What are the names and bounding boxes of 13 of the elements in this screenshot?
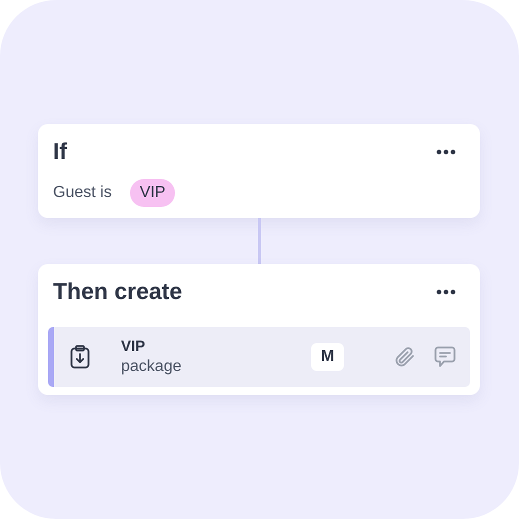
card-title: Then create xyxy=(53,278,182,305)
connector-line xyxy=(258,218,260,264)
more-icon[interactable] xyxy=(436,148,456,154)
task-item[interactable]: VIP package M xyxy=(48,327,470,387)
vip-tag: VIP xyxy=(130,179,176,207)
task-title: VIP xyxy=(121,338,146,355)
condition-label: Guest is xyxy=(53,184,112,202)
task-subtitle: package xyxy=(121,358,182,376)
clipboard-icon xyxy=(70,345,90,369)
more-icon[interactable] xyxy=(436,288,456,294)
size-badge: M xyxy=(311,343,344,371)
paperclip-icon[interactable] xyxy=(394,345,416,369)
card-title: If xyxy=(53,138,68,165)
